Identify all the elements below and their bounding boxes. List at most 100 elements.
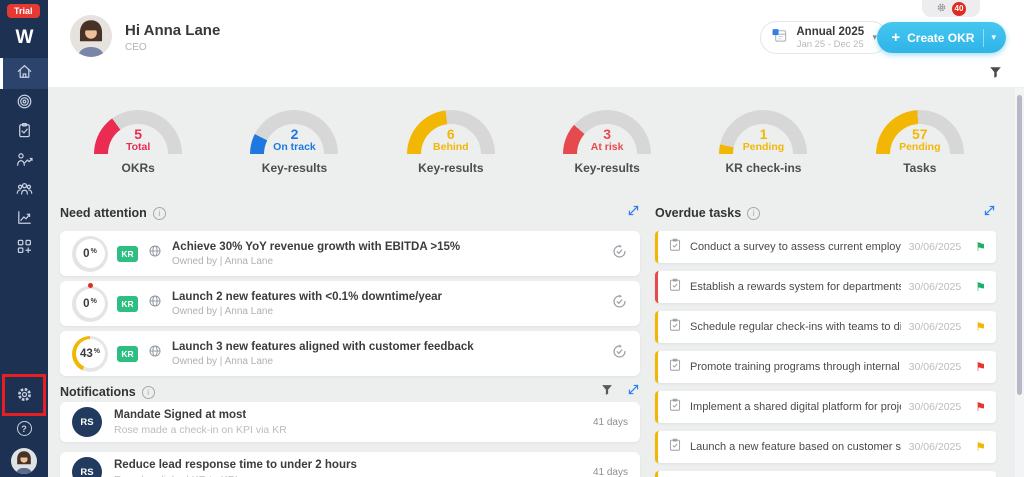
- settings-gear-icon: [15, 391, 34, 408]
- check-in-icon[interactable]: [611, 293, 628, 315]
- priority-flag-icon[interactable]: ⚑: [975, 321, 986, 333]
- period-range: Jan 25 - Dec 25: [795, 39, 865, 50]
- priority-flag-icon[interactable]: ⚑: [975, 241, 986, 253]
- check-in-icon[interactable]: [611, 243, 628, 265]
- kr-badge: KR: [117, 346, 138, 362]
- panel-title: Overdue tasks: [655, 206, 741, 220]
- dashboard-filter-button[interactable]: [989, 66, 1002, 84]
- plus-icon: +: [891, 30, 900, 45]
- notification-item[interactable]: RS ↻ Reduce lead response time to under …: [60, 452, 640, 477]
- task-card-partial[interactable]: [655, 471, 996, 477]
- gauge-label: Key-results: [574, 161, 639, 175]
- task-icon: [668, 438, 682, 457]
- tasks-clipboard-icon: [15, 121, 34, 145]
- expand-icon[interactable]: [983, 204, 996, 222]
- team-icon: [15, 179, 34, 203]
- priority-flag-icon[interactable]: ⚑: [975, 361, 986, 373]
- scrollbar-thumb[interactable]: [1017, 95, 1022, 395]
- task-card[interactable]: Conduct a survey to assess current emplo…: [655, 231, 996, 263]
- sidebar-item-home[interactable]: [0, 58, 48, 89]
- app-logo: W: [0, 27, 48, 49]
- gauge-label: Key-results: [262, 161, 327, 175]
- gauge-status: Pending: [719, 141, 807, 154]
- sidebar-item-coaching[interactable]: [0, 147, 48, 176]
- info-icon[interactable]: i: [153, 207, 166, 220]
- gauge-label: Tasks: [903, 161, 936, 175]
- need-attention-row[interactable]: 0% KR Launch 2 new features with <0.1% d…: [60, 281, 640, 326]
- sidebar-item-okrs[interactable]: [0, 89, 48, 118]
- task-card[interactable]: Schedule regular check-ins with teams to…: [655, 311, 996, 343]
- settings-notifications-tab[interactable]: 40: [922, 0, 980, 17]
- sidebar-user-avatar[interactable]: [11, 448, 37, 474]
- sidebar-item-reports[interactable]: [0, 205, 48, 234]
- gauge-status: Behind: [407, 141, 495, 154]
- task-icon: [668, 318, 682, 337]
- gauge-tasks[interactable]: 57 Pending Tasks: [842, 110, 998, 200]
- task-due-date: 30/06/2025: [909, 281, 962, 293]
- globe-icon: [147, 343, 163, 364]
- notification-title: Reduce lead response time to under 2 hou…: [114, 459, 581, 471]
- gauge-kr-behind[interactable]: 6 Behind Key-results: [373, 110, 529, 200]
- gauge-value: 6: [407, 127, 495, 141]
- gauge-kr-checkins[interactable]: 1 Pending KR check-ins: [685, 110, 841, 200]
- task-card[interactable]: Launch a new feature based on customer s…: [655, 431, 996, 463]
- sidebar-item-tasks[interactable]: [0, 118, 48, 147]
- need-attention-row[interactable]: 0% KR Achieve 30% YoY revenue growth wit…: [60, 231, 640, 276]
- gauge-okrs[interactable]: 5 Total OKRs: [60, 110, 216, 200]
- sidebar-bottom: ?: [0, 385, 48, 477]
- filter-icon: [989, 66, 1002, 83]
- period-selector[interactable]: Annual 2025 Jan 25 - Dec 25 ▾: [760, 21, 888, 54]
- summary-gauges: 5 Total OKRs 2 On track Key-results: [60, 110, 998, 200]
- avatar: RS: [72, 457, 102, 477]
- expand-icon[interactable]: [627, 204, 640, 222]
- task-due-date: 30/06/2025: [909, 241, 962, 253]
- check-in-icon[interactable]: [611, 343, 628, 365]
- kr-badge: KR: [117, 246, 138, 262]
- task-card[interactable]: Promote training programs through intern…: [655, 351, 996, 383]
- create-okr-chevron-icon[interactable]: ▾: [991, 32, 996, 43]
- sidebar-item-team[interactable]: [0, 176, 48, 205]
- button-divider: [983, 29, 984, 47]
- need-attention-row[interactable]: 43% KR Launch 3 new features aligned wit…: [60, 331, 640, 376]
- task-title: Establish a rewards system for departmen…: [690, 281, 901, 293]
- expand-icon[interactable]: [627, 383, 640, 401]
- chevron-down-icon: ▾: [872, 32, 877, 43]
- task-icon: [668, 238, 682, 257]
- priority-flag-icon[interactable]: ⚑: [975, 441, 986, 453]
- priority-flag-icon[interactable]: ⚑: [975, 401, 986, 413]
- gauge-value: 1: [719, 127, 807, 141]
- coaching-icon: [15, 150, 34, 174]
- okr-owner: Owned by | Anna Lane: [172, 356, 602, 367]
- gauge-kr-at-risk[interactable]: 3 At risk Key-results: [529, 110, 685, 200]
- sidebar-item-apps[interactable]: [0, 234, 48, 263]
- task-card[interactable]: Establish a rewards system for departmen…: [655, 271, 996, 303]
- user-role: CEO: [125, 42, 220, 53]
- user-avatar-photo[interactable]: [70, 15, 112, 57]
- okr-title: Launch 2 new features with <0.1% downtim…: [172, 291, 602, 303]
- reports-chart-icon: [15, 208, 34, 232]
- gauge-kr-on-track[interactable]: 2 On track Key-results: [216, 110, 372, 200]
- filter-icon[interactable]: [601, 383, 613, 401]
- notification-age: 41 days: [593, 467, 628, 477]
- info-icon[interactable]: i: [747, 207, 760, 220]
- settings-button[interactable]: [15, 385, 34, 409]
- kr-badge: KR: [117, 296, 138, 312]
- gear-icon: [936, 0, 947, 18]
- help-icon[interactable]: ?: [17, 421, 32, 436]
- period-text: Annual 2025 Jan 25 - Dec 25: [795, 25, 865, 51]
- panel-title: Need attention: [60, 206, 147, 220]
- task-card[interactable]: Implement a shared digital platform for …: [655, 391, 996, 423]
- notification-title: Mandate Signed at most: [114, 409, 581, 421]
- alert-dot: [88, 283, 93, 288]
- task-due-date: 30/06/2025: [909, 441, 962, 453]
- priority-flag-icon[interactable]: ⚑: [975, 281, 986, 293]
- notification-subtitle: Rose made a check-in on KPI via KR: [114, 424, 581, 436]
- notification-item[interactable]: RS ↻ Mandate Signed at most Rose made a …: [60, 402, 640, 442]
- notifications-panel: Notifications i RS ↻ Mandate Signed at m…: [60, 384, 640, 477]
- notifications-header: Notifications i: [60, 384, 640, 400]
- gauge-status: Total: [94, 141, 182, 154]
- task-title: Promote training programs through intern…: [690, 361, 901, 373]
- info-icon[interactable]: i: [142, 386, 155, 399]
- create-okr-button[interactable]: + Create OKR ▾: [877, 22, 1006, 53]
- notification-count-badge: 40: [952, 2, 966, 16]
